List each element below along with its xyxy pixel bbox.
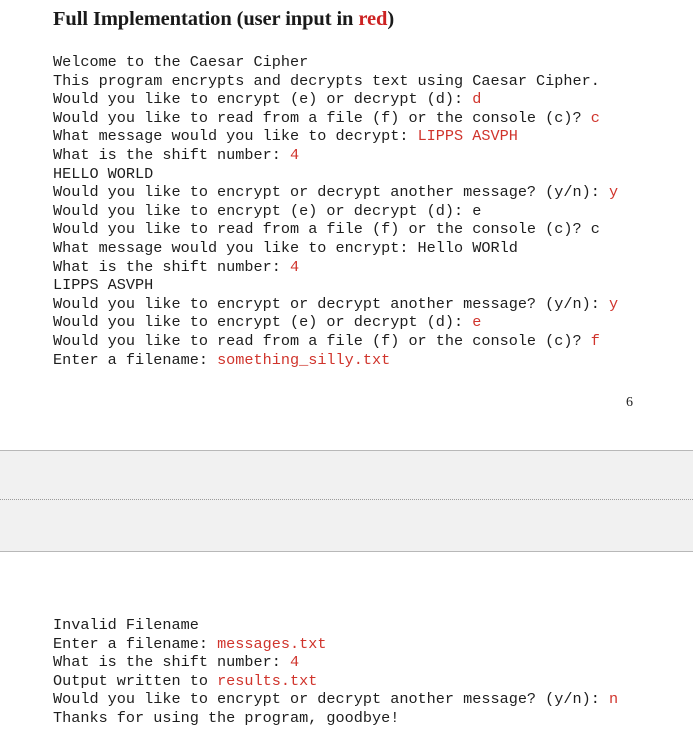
console-prompt-text: HELLO WORLD: [53, 164, 154, 183]
console-user-input: 4: [289, 257, 300, 276]
page-title-text-before: Full Implementation (user input in: [53, 8, 359, 30]
console-user-input: n: [608, 690, 619, 709]
console-user-input: c: [590, 108, 600, 127]
console-prompt-text: Thanks for using the program, goodbye!: [53, 708, 400, 727]
console-line: Would you like to encrypt (e) or decrypt…: [53, 202, 693, 221]
console-prompt-text: Would you like to encrypt (e) or decrypt…: [53, 313, 473, 332]
console-prompt-text: Would you like to encrypt (e) or decrypt…: [53, 201, 482, 220]
console-prompt-text: Would you like to encrypt or decrypt ano…: [53, 690, 609, 709]
console-user-input: 4: [289, 653, 300, 672]
console-prompt-text: Enter a filename:: [53, 634, 218, 653]
console-line: Would you like to read from a file (f) o…: [53, 109, 693, 128]
console-line: Enter a filename: messages.txt: [53, 635, 693, 654]
console-prompt-text: Enter a filename:: [53, 350, 218, 369]
console-line: What is the shift number: 4: [53, 258, 693, 277]
console-line: Welcome to the Caesar Cipher: [53, 53, 693, 72]
console-line: Invalid Filename: [53, 616, 693, 635]
console-line: Would you like to encrypt (e) or decrypt…: [53, 313, 693, 332]
console-line: What message would you like to decrypt: …: [53, 127, 693, 146]
console-prompt-text: Invalid Filename: [53, 616, 199, 634]
page-title-accent-word: red: [358, 8, 388, 30]
console-prompt-text: Would you like to read from a file (f) o…: [53, 331, 591, 350]
console-prompt-text: What message would you like to decrypt:: [53, 127, 418, 146]
console-prompt-text: Would you like to read from a file (f) o…: [53, 108, 591, 127]
console-line: Would you like to read from a file (f) o…: [53, 220, 693, 239]
document-page-7: Invalid Filename Enter a filename: messag…: [0, 552, 693, 729]
console-prompt-text: Would you like to read from a file (f) o…: [53, 220, 600, 239]
console-line: What message would you like to encrypt: …: [53, 239, 693, 258]
console-user-input: d: [472, 90, 482, 109]
console-prompt-text: Would you like to encrypt or decrypt ano…: [53, 294, 609, 313]
console-prompt-text: Would you like to encrypt or decrypt ano…: [53, 183, 609, 202]
console-line: LIPPS ASVPH: [53, 276, 693, 295]
console-prompt-text: What message would you like to encrypt: …: [53, 238, 518, 257]
console-user-input: f: [590, 331, 600, 350]
console-prompt-text: Would you like to encrypt (e) or decrypt…: [53, 90, 473, 109]
console-user-input: 4: [289, 145, 300, 164]
console-line: Would you like to encrypt (e) or decrypt…: [53, 90, 693, 109]
console-line: Would you like to encrypt or decrypt ano…: [53, 295, 693, 314]
console-user-input: LIPPS ASVPH: [417, 127, 518, 146]
console-user-input: e: [472, 313, 482, 332]
console-line: This program encrypts and decrypts text …: [53, 72, 693, 91]
page-break-dotted-rule: [0, 499, 693, 500]
console-user-input: y: [608, 294, 619, 313]
console-user-input: y: [608, 183, 619, 202]
console-user-input: messages.txt: [217, 634, 327, 653]
console-line: What is the shift number: 4: [53, 146, 693, 165]
console-line: Would you like to read from a file (f) o…: [53, 332, 693, 351]
document-page-6: Full Implementation (user input in red) …: [0, 0, 693, 450]
console-line: Would you like to encrypt or decrypt ano…: [53, 690, 693, 709]
page-title-text-after: ): [387, 8, 395, 30]
console-line: HELLO WORLD: [53, 165, 693, 184]
console-prompt-text: Welcome to the Caesar Cipher: [53, 53, 309, 71]
console-prompt-text: LIPPS ASVPH: [53, 276, 154, 295]
console-line: Would you like to encrypt or decrypt ano…: [53, 183, 693, 202]
console-transcript-page-7: Invalid Filename Enter a filename: messag…: [0, 552, 693, 728]
page-title: Full Implementation (user input in red): [0, 0, 693, 31]
console-line: What is the shift number: 4: [53, 653, 693, 672]
console-line: Enter a filename: something_silly.txt: [53, 351, 693, 370]
console-prompt-text: What is the shift number:: [53, 145, 290, 164]
console-prompt-text: This program encrypts and decrypts text …: [53, 71, 600, 90]
console-transcript-page-6: Welcome to the Caesar Cipher This program…: [0, 53, 693, 369]
console-user-input: results.txt: [217, 671, 318, 690]
console-user-input: something_silly.txt: [217, 350, 391, 369]
page-break-separator: [0, 450, 693, 552]
console-prompt-text: Output written to: [53, 671, 218, 690]
page-number: 6: [626, 395, 633, 411]
console-line: Thanks for using the program, goodbye!: [53, 709, 693, 728]
console-line: Output written to results.txt: [53, 672, 693, 691]
console-prompt-text: What is the shift number:: [53, 653, 290, 672]
console-prompt-text: What is the shift number:: [53, 257, 290, 276]
